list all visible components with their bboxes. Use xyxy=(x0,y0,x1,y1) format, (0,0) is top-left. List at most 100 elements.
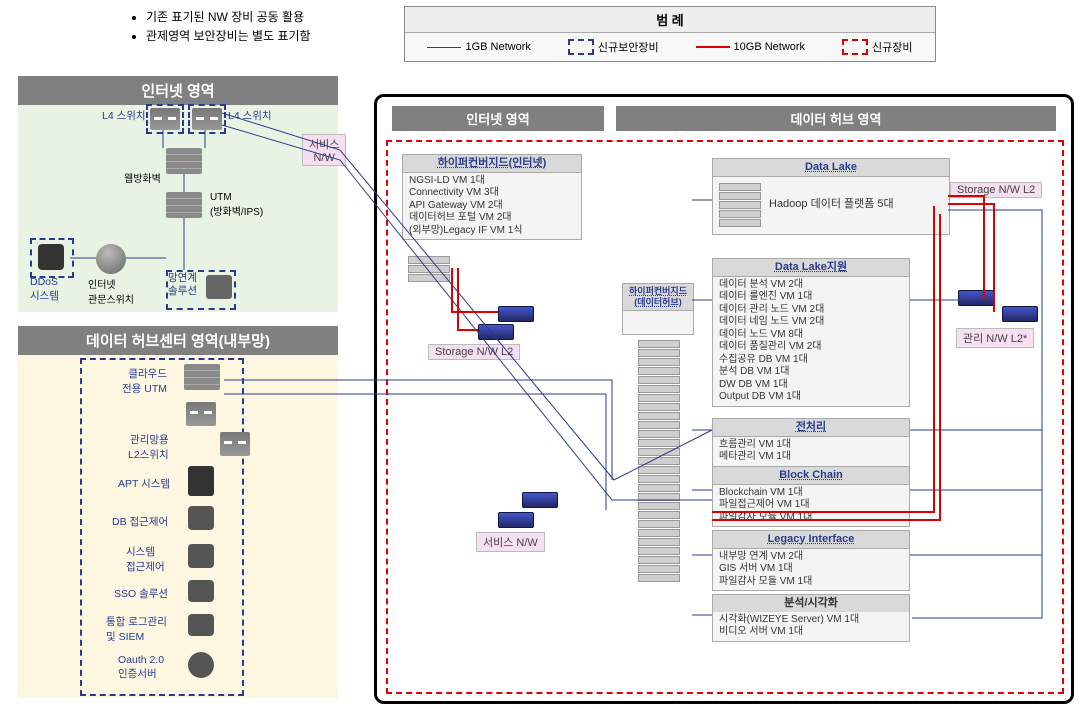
cloud-utm-icon xyxy=(184,364,220,390)
hci-inet-line-3: 데이터허브 포털 VM 2대 xyxy=(409,212,575,225)
oauth-label: Oauth 2.0 인증서버 xyxy=(118,654,164,681)
storage-l2-left-dev2 xyxy=(478,324,514,340)
gateway-switch-icon xyxy=(96,244,126,274)
l4-right-box xyxy=(188,104,226,134)
bc-l1: 파일접근제어 VM 1대 xyxy=(719,499,903,512)
db-access-label: DB 접근제어 xyxy=(112,514,168,529)
legend-1gb: 1GB Network xyxy=(427,41,530,53)
internet-zone-title: 인터넷 영역 xyxy=(18,76,338,105)
datalake-title: Data Lake xyxy=(713,159,949,177)
hubcenter-zone-title: 데이터 허브센터 영역(내부망) xyxy=(18,326,338,355)
note-2: 관제영역 보안장비는 별도 표기함 xyxy=(146,27,311,44)
l4-left-box xyxy=(146,104,184,134)
mgmt-l2-dev2 xyxy=(1002,306,1038,322)
support-l1: 데이터 룰엔진 VM 1대 xyxy=(719,291,903,304)
cloud-utm-label: 클라우드 전용 UTM xyxy=(122,366,167,396)
service-nw-dev1 xyxy=(522,492,558,508)
ddos-label: DDoS 시스템 xyxy=(30,276,59,303)
switch-icon xyxy=(150,108,180,130)
ddos-box xyxy=(30,238,74,278)
support-l3: 데이터 네임 노드 VM 2대 xyxy=(719,316,903,329)
apt-label: APT 시스템 xyxy=(118,476,170,491)
hci-inet-line-0: NGSI-LD VM 1대 xyxy=(409,175,575,188)
bc-box: Block Chain Blockchain VM 1대 파일접근제어 VM 1… xyxy=(712,466,910,527)
internet-zone-right-title: 인터넷 영역 xyxy=(392,106,604,131)
hci-datahub-servers xyxy=(638,340,680,583)
sso-icon xyxy=(188,580,214,602)
support-l5: 데이터 품질관리 VM 2대 xyxy=(719,341,903,354)
service-nw-mid-tag: 서비스 N/W xyxy=(476,532,545,552)
support-l9: Output DB VM 1대 xyxy=(719,391,903,404)
hci-internet-box: 하이퍼컨버지드(인터넷) NGSI-LD VM 1대 Connectivity … xyxy=(402,154,582,240)
storage-nw-l2-right-tag: Storage N/W L2 xyxy=(950,182,1042,198)
hci-inet-servers xyxy=(408,256,450,283)
notes: 기존 표기된 NW 장비 공동 활용 관제영역 보안장비는 별도 표기함 xyxy=(128,8,311,46)
linker-icon xyxy=(206,275,232,299)
bc-l2: 파일감사 모듈 VM 1대 xyxy=(719,512,903,525)
siem-label: 통합 로그관리 및 SIEM xyxy=(106,614,167,644)
bc-title: Block Chain xyxy=(713,467,909,485)
l2-icon-1 xyxy=(186,402,216,426)
apt-icon xyxy=(188,466,214,496)
prep-l1: 메타관리 VM 1대 xyxy=(719,451,903,464)
bc-l0: Blockchain VM 1대 xyxy=(719,487,903,500)
datalake-body: Hadoop 데이터 플랫폼 5대 xyxy=(769,198,894,212)
datahub-zone-title: 데이터 허브 영역 xyxy=(616,106,1056,131)
siem-icon xyxy=(188,614,214,636)
utm-icon xyxy=(166,192,202,218)
viz-title: 분석/시각화 xyxy=(713,595,909,612)
storage-nw-l2-left-tag: Storage N/W L2 xyxy=(428,344,520,360)
support-l4: 데이터 노드 VM 8대 xyxy=(719,329,903,342)
hci-inet-line-1: Connectivity VM 3대 xyxy=(409,187,575,200)
legend-10gb: 10GB Network xyxy=(696,41,806,53)
prep-box: 전처리 흐름관리 VM 1대 메타관리 VM 1대 xyxy=(712,418,910,467)
support-l6: 수집공유 DB VM 1대 xyxy=(719,354,903,367)
support-title: Data Lake지원 xyxy=(713,259,909,277)
legend: 범 례 1GB Network 신규보안장비 10GB Network 신규장비 xyxy=(404,6,936,62)
legend-title: 범 례 xyxy=(405,7,935,33)
support-l7: 분석 DB VM 1대 xyxy=(719,366,903,379)
db-icon xyxy=(188,506,214,530)
support-l0: 데이터 분석 VM 2대 xyxy=(719,279,903,292)
hci-inet-line-2: API Gateway VM 2대 xyxy=(409,200,575,213)
mgmt-l2-dev1 xyxy=(958,290,994,306)
mgmt-l2-icon xyxy=(220,432,250,456)
legacy-l2: 파일감사 모듈 VM 1대 xyxy=(719,576,903,589)
hci-datahub-title: 하이퍼컨버지드(데이터허브) xyxy=(623,284,693,311)
datalake-box: Data Lake Hadoop 데이터 플랫폼 5대 xyxy=(712,158,950,235)
web-firewall-label: 웹방화벽 xyxy=(124,170,161,185)
sso-label: SSO 솔루션 xyxy=(114,586,168,601)
hci-datahub-box: 하이퍼컨버지드(데이터허브) xyxy=(622,283,694,335)
legacy-l0: 내부망 연계 VM 2대 xyxy=(719,551,903,564)
sys-access-icon xyxy=(188,544,214,568)
support-l8: DW DB VM 1대 xyxy=(719,379,903,392)
viz-l0: 시각화(WIZEYE Server) VM 1대 xyxy=(719,614,903,627)
web-firewall-icon xyxy=(166,148,202,174)
support-l2: 데이터 관리 노드 VM 2대 xyxy=(719,304,903,317)
datalake-servers xyxy=(719,183,761,228)
legacy-l1: GIS 서버 VM 1대 xyxy=(719,563,903,576)
hci-internet-title: 하이퍼컨버지드(인터넷) xyxy=(403,155,581,173)
legacy-title: Legacy Interface xyxy=(713,531,909,549)
support-box: Data Lake지원 데이터 분석 VM 2대 데이터 룰엔진 VM 1대 데… xyxy=(712,258,910,407)
storage-l2-left-dev1 xyxy=(498,306,534,322)
utm-label: UTM (방화벽/IPS) xyxy=(210,192,263,218)
switch-icon xyxy=(192,108,222,130)
viz-l1: 비디오 서버 VM 1대 xyxy=(719,626,903,639)
legend-newsec: 신규보안장비 xyxy=(568,39,659,55)
mgmt-l2-label: 관리망용 L2스위치 xyxy=(128,432,169,462)
l4-left-label: L4 스위치 xyxy=(102,108,146,123)
mgmt-nw-l2-tag: 관리 N/W L2* xyxy=(956,328,1034,348)
prep-title: 전처리 xyxy=(713,419,909,437)
service-nw-dev2 xyxy=(498,512,534,528)
legend-newdev: 신규장비 xyxy=(842,39,912,55)
viz-box: 분석/시각화 시각화(WIZEYE Server) VM 1대 비디오 서버 V… xyxy=(712,594,910,642)
l4-right-label: L4 스위치 xyxy=(228,108,272,123)
gateway-switch-label: 인터넷 관문스위치 xyxy=(88,276,134,306)
shield-icon xyxy=(38,244,64,270)
prep-l0: 흐름관리 VM 1대 xyxy=(719,439,903,452)
linker-label: 망연계 솔루션 xyxy=(168,272,197,297)
sys-access-label: 시스템 접근제어 xyxy=(126,544,165,574)
oauth-icon xyxy=(188,652,214,678)
legacy-box: Legacy Interface 내부망 연계 VM 2대 GIS 서버 VM … xyxy=(712,530,910,591)
